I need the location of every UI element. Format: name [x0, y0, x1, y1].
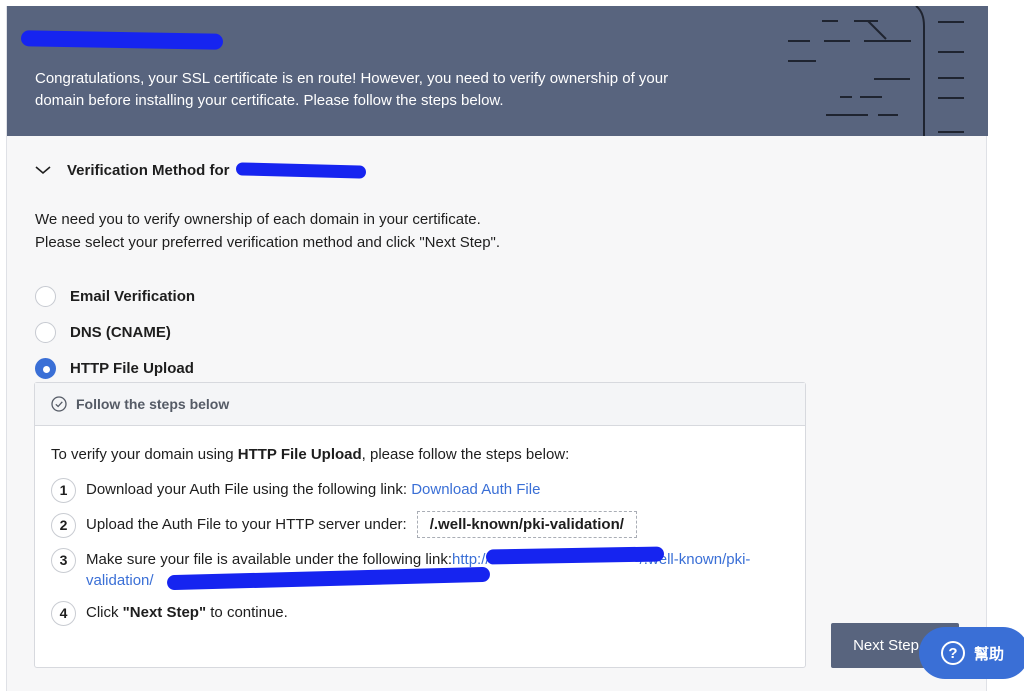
radio-http-selected[interactable]: [35, 357, 56, 379]
steps-panel-header: Follow the steps below: [35, 383, 805, 426]
intro-line-1: We need you to verify ownership of each …: [35, 211, 481, 228]
step-1: 1 Download your Auth File using the foll…: [51, 478, 789, 503]
radio-dns[interactable]: [35, 321, 56, 343]
option-label: HTTP File Upload: [70, 359, 194, 377]
option-label: Email Verification: [70, 287, 196, 305]
step-4: 4 Click "Next Step" to continue.: [51, 601, 789, 626]
option-label: DNS (CNAME): [70, 323, 171, 341]
check-circle-icon: [51, 396, 67, 412]
server-path-box[interactable]: /.well-known/pki-validation/: [416, 511, 637, 538]
lead-suffix: , please follow the steps below:: [361, 446, 570, 463]
step-4-bold: "Next Step": [122, 604, 207, 621]
status-banner: Congratulations, your SSL certificate is…: [7, 6, 988, 136]
download-auth-file-link[interactable]: Download Auth File: [411, 481, 540, 498]
option-http-file-upload[interactable]: HTTP File Upload: [35, 350, 195, 386]
step-number: 1: [51, 478, 76, 503]
step-number: 4: [51, 601, 76, 626]
option-email-verification[interactable]: Email Verification: [35, 278, 195, 314]
verification-card: Congratulations, your SSL certificate is…: [6, 6, 988, 691]
step-2: 2 Upload the Auth File to your HTTP serv…: [51, 511, 789, 538]
step-number: 2: [51, 513, 76, 538]
step-1-text: Download your Auth File using the follow…: [86, 481, 408, 498]
verification-method-toggle[interactable]: Verification Method for: [33, 160, 366, 180]
lead-method: HTTP File Upload: [237, 446, 362, 463]
step-3: 3 Make sure your file is available under…: [51, 546, 789, 591]
step-4-text: Click "Next Step" to continue.: [86, 602, 288, 623]
step-number: 3: [51, 548, 76, 573]
step-4-prefix: Click: [86, 604, 123, 621]
steps-panel: Follow the steps below To verify your do…: [34, 382, 806, 668]
section-title: Verification Method for: [67, 161, 230, 179]
chevron-down-icon: [35, 166, 51, 175]
banner-message: Congratulations, your SSL certificate is…: [35, 70, 669, 109]
steps-body: To verify your domain using HTTP File Up…: [35, 426, 805, 626]
decorative-lines-graphic: [788, 6, 964, 136]
step-4-suffix: to continue.: [206, 604, 288, 621]
help-button[interactable]: ? 幫助: [919, 627, 1024, 679]
verification-method-options: Email Verification DNS (CNAME) HTTP File…: [35, 278, 195, 386]
step-3-text: Make sure your file is available under t…: [86, 551, 453, 568]
url-part-1: http://: [452, 551, 490, 568]
question-mark-icon: ?: [941, 641, 965, 665]
help-label: 幫助: [974, 644, 1005, 663]
redacted-domain-title: [20, 30, 224, 50]
step-2-text: Upload the Auth File to your HTTP server…: [86, 516, 407, 533]
step-text: Download your Auth File using the follow…: [86, 479, 540, 500]
steps-lead: To verify your domain using HTTP File Up…: [51, 444, 789, 466]
redacted-url-domain: [485, 546, 665, 565]
steps-header-text: Follow the steps below: [76, 396, 230, 412]
intro-line-2: Please select your preferred verificatio…: [35, 234, 501, 251]
intro-text: We need you to verify ownership of each …: [35, 208, 500, 254]
redacted-domain: [235, 161, 366, 179]
url-part-3: validation/: [86, 572, 154, 589]
option-dns-cname[interactable]: DNS (CNAME): [35, 314, 195, 350]
radio-email[interactable]: [35, 285, 56, 307]
lead-prefix: To verify your domain using: [51, 446, 238, 463]
